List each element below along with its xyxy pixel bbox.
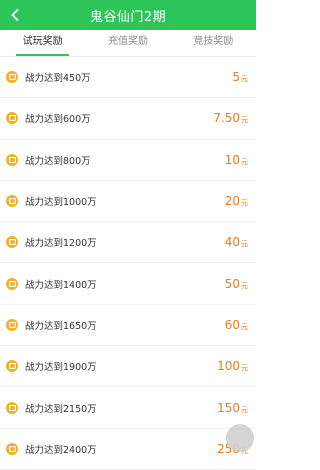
list-item: 战力达到600万 7.50 元 bbox=[0, 98, 256, 140]
reward-value: 20 元 bbox=[225, 194, 248, 208]
reward-condition: 战力达到1400万 bbox=[25, 279, 97, 291]
reward-amount: 100 bbox=[217, 359, 240, 374]
list-item: 战力达到2400万 250元 bbox=[0, 429, 256, 470]
list-item: 战力达到800万 10 元 bbox=[0, 140, 256, 181]
reward-amount: 40 bbox=[224, 235, 240, 250]
reward-unit: 元 bbox=[241, 157, 248, 166]
reward-amount: 50 bbox=[224, 276, 240, 291]
reward-value: 50 元 bbox=[225, 277, 248, 291]
reward-condition: 战力达到1000万 bbox=[25, 197, 97, 209]
reward-badge-icon bbox=[6, 71, 18, 84]
floating-action-button[interactable] bbox=[226, 424, 254, 452]
reward-value: 40 元 bbox=[225, 235, 248, 249]
list-item: 战力达到1200万 40 元 bbox=[0, 222, 256, 264]
list-item: 战力达到1000万 20 元 bbox=[0, 181, 256, 223]
reward-badge-icon bbox=[6, 195, 18, 208]
reward-unit: 元 bbox=[241, 240, 248, 249]
reward-value: 7.50 元 bbox=[213, 111, 248, 125]
reward-badge-icon bbox=[6, 360, 18, 373]
reward-condition: 战力达到1200万 bbox=[25, 238, 97, 250]
tab-bar: 试玩奖励 充值奖励 竞技奖励 bbox=[0, 30, 256, 57]
reward-value: 60 元 bbox=[225, 318, 248, 332]
reward-amount: 7.50 bbox=[213, 111, 240, 126]
reward-amount: 20 bbox=[224, 194, 240, 209]
reward-value: 5元 bbox=[232, 70, 248, 84]
reward-amount: 5 bbox=[232, 70, 240, 85]
reward-badge-icon bbox=[6, 236, 18, 249]
reward-value: 100 元 bbox=[217, 359, 248, 373]
chevron-left-icon bbox=[11, 9, 19, 21]
reward-condition: 战力达到1900万 bbox=[25, 362, 97, 374]
reward-condition: 战力达到2400万 bbox=[25, 444, 97, 456]
reward-amount: 150 bbox=[217, 400, 240, 415]
reward-badge-icon bbox=[6, 153, 18, 166]
reward-unit: 元 bbox=[241, 75, 248, 84]
reward-unit: 元 bbox=[241, 116, 248, 125]
reward-unit: 元 bbox=[241, 281, 248, 290]
reward-amount: 10 bbox=[224, 152, 240, 167]
reward-unit: 元 bbox=[241, 322, 248, 331]
reward-badge-icon bbox=[6, 112, 18, 125]
reward-list: 战力达到450万 5元 战力达到600万 7.50 元 战力达到800万 10 元 … bbox=[0, 57, 256, 470]
reward-badge-icon bbox=[6, 401, 18, 414]
reward-condition: 战力达到600万 bbox=[25, 114, 91, 126]
reward-value: 150 元 bbox=[217, 401, 248, 415]
reward-condition: 战力达到2150万 bbox=[25, 403, 97, 415]
list-item: 战力达到2150万 150 元 bbox=[0, 387, 256, 429]
list-item: 战力达到1900万 100 元 bbox=[0, 346, 256, 388]
reward-condition: 战力达到1650万 bbox=[25, 320, 97, 332]
app-header: 鬼谷仙门2期 bbox=[0, 0, 256, 30]
back-button[interactable] bbox=[6, 5, 24, 25]
reward-condition: 战力达到450万 bbox=[25, 73, 91, 85]
reward-badge-icon bbox=[6, 277, 18, 290]
reward-unit: 元 bbox=[241, 405, 248, 414]
reward-badge-icon bbox=[6, 318, 18, 331]
reward-amount: 60 bbox=[224, 317, 240, 332]
reward-value: 10 元 bbox=[225, 153, 248, 167]
reward-badge-icon bbox=[6, 442, 18, 455]
reward-condition: 战力达到800万 bbox=[25, 155, 91, 167]
tab-recharge-rewards[interactable]: 充值奖励 bbox=[85, 30, 170, 56]
list-item: 战力达到450万 5元 bbox=[0, 57, 256, 99]
list-item: 战力达到1400万 50 元 bbox=[0, 263, 256, 305]
reward-unit: 元 bbox=[241, 199, 248, 208]
reward-unit: 元 bbox=[241, 364, 248, 373]
tab-trial-rewards[interactable]: 试玩奖励 bbox=[0, 30, 85, 56]
tab-competition-rewards[interactable]: 竞技奖励 bbox=[171, 30, 256, 56]
list-item: 战力达到1650万 60 元 bbox=[0, 305, 256, 347]
page-title: 鬼谷仙门2期 bbox=[89, 9, 167, 25]
